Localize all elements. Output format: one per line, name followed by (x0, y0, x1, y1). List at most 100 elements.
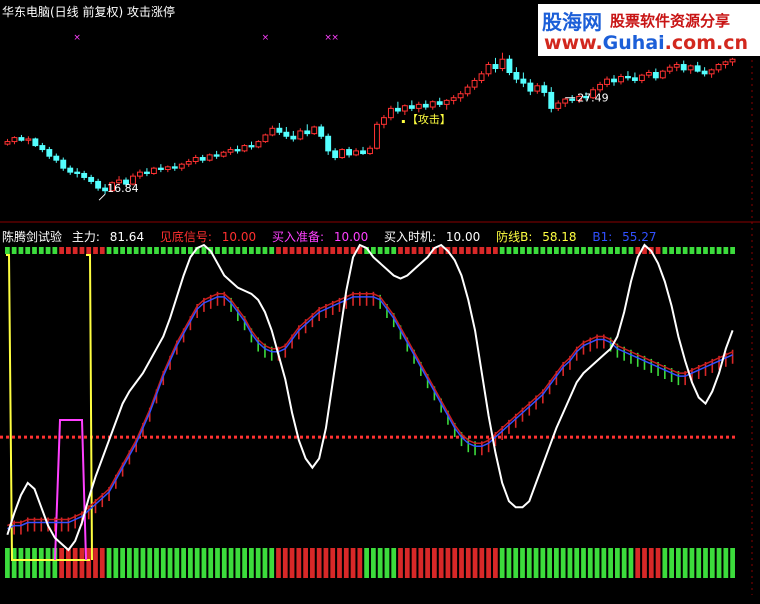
chart-canvas: ××××××××27.4916.84【攻击】 (0, 24, 760, 595)
logo-brand: 股海网 (542, 10, 602, 34)
top-signal-bar (398, 247, 403, 254)
top-signal-bar (160, 247, 166, 254)
top-signal-bar (486, 247, 491, 254)
indicator-item-main: 主力: 81.64 (71, 230, 145, 244)
bottom-signal-bar (676, 548, 681, 578)
bottom-signal-bar (45, 548, 51, 578)
candle-body (422, 103, 429, 108)
bottom-signal-bar (154, 548, 159, 578)
bottom-signal-bar (343, 548, 349, 578)
top-signal-bar (86, 247, 92, 254)
candle-body (39, 145, 46, 151)
bottom-signal-bar (38, 548, 44, 578)
candle-body (46, 149, 53, 157)
candle-body (150, 167, 157, 174)
bottom-signal-bar (730, 548, 735, 578)
bottom-signal-bar (459, 548, 464, 578)
candle-body (297, 130, 304, 140)
bottom-signal-bar (635, 548, 641, 578)
bottom-signal-bar (574, 548, 580, 578)
bottom-signal-bar (32, 548, 37, 578)
top-signal-bar (377, 247, 383, 254)
candle-body (694, 65, 701, 72)
top-signal-bar (452, 247, 458, 254)
candle-body (53, 155, 60, 161)
top-signal-bar (655, 247, 661, 254)
bottom-signal-bar (608, 548, 613, 578)
bottom-signal-bar (689, 548, 695, 578)
bottom-signal-bar (479, 548, 485, 578)
indicator-name: 陈腾剑试验 (2, 230, 63, 244)
candle-body (534, 85, 541, 92)
top-signal-bar (459, 247, 464, 254)
top-signal-bar (235, 247, 241, 254)
chart-stage: ××××××××27.4916.84【攻击】 (0, 0, 760, 600)
top-signal-bar (513, 247, 519, 254)
top-signal-bar (188, 247, 193, 254)
top-signal-bar (181, 247, 186, 254)
candle-body (381, 117, 387, 125)
bottom-signal-bar (526, 548, 532, 578)
bottom-signal-bar (465, 548, 471, 578)
candle-body (185, 161, 192, 165)
bottom-signal-bar (59, 548, 64, 578)
bottom-signal-bar (438, 548, 444, 578)
bottom-signal-bar (615, 548, 620, 578)
bottom-signal-bar (445, 548, 451, 578)
top-signal-bar (120, 247, 125, 254)
candle-body (464, 86, 471, 95)
bottom-signal-bar (5, 548, 10, 578)
top-signal-bar (18, 247, 24, 254)
top-signal-bar (269, 247, 275, 254)
candle-body (394, 107, 401, 112)
top-signal-bar (174, 247, 180, 254)
top-signal-bar (520, 247, 525, 254)
signal-marker: × (331, 33, 339, 43)
top-signal-bar (52, 247, 58, 254)
bottom-signal-bar (391, 548, 397, 578)
candle-body (311, 126, 318, 135)
bottom-signal-bar (350, 548, 356, 578)
bottom-signal-bar (147, 548, 153, 578)
bottom-signal-bar (601, 548, 607, 578)
bottom-signal-bar (723, 548, 729, 578)
bottom-signal-bar (18, 548, 24, 578)
top-signal-bar (682, 247, 688, 254)
top-signal-bar (106, 247, 112, 254)
candle-body (471, 79, 478, 88)
candle-body (701, 70, 708, 75)
candle-body (387, 107, 394, 119)
bottom-signal-bar (662, 548, 668, 578)
high-price-label: 27.49 (577, 92, 609, 105)
candle-body (478, 73, 485, 81)
bottom-signal-bar (493, 548, 498, 578)
bottom-signal-bar (655, 548, 661, 578)
candle-body (283, 131, 290, 137)
bottom-signal-bar (452, 548, 458, 578)
bottom-signal-bar (533, 548, 539, 578)
top-signal-bar (296, 247, 302, 254)
candle-body (527, 82, 534, 92)
low-pointer (98, 193, 106, 201)
top-signal-bar (676, 247, 681, 254)
bottom-signal-bar (262, 548, 268, 578)
top-signal-bar (371, 247, 376, 254)
bottom-signal-bar (72, 548, 78, 578)
top-signal-bar (499, 247, 505, 254)
bottom-signal-bar (127, 548, 132, 578)
bottom-signal-bar (669, 548, 674, 578)
bottom-signal-bar (418, 548, 424, 578)
bottom-signal-bar (120, 548, 125, 578)
bottom-signal-bar (547, 548, 552, 578)
top-signal-bar (384, 247, 390, 254)
candle-body (220, 151, 227, 157)
top-signal-bar (5, 247, 10, 254)
bottom-signal-bar (648, 548, 654, 578)
candle-body (25, 138, 32, 141)
top-signal-bar (66, 247, 71, 254)
candle-body (199, 157, 206, 161)
bottom-signal-bar (113, 548, 119, 578)
top-signal-bar (608, 247, 613, 254)
candle-body (625, 75, 631, 79)
top-signal-bar (25, 247, 31, 254)
